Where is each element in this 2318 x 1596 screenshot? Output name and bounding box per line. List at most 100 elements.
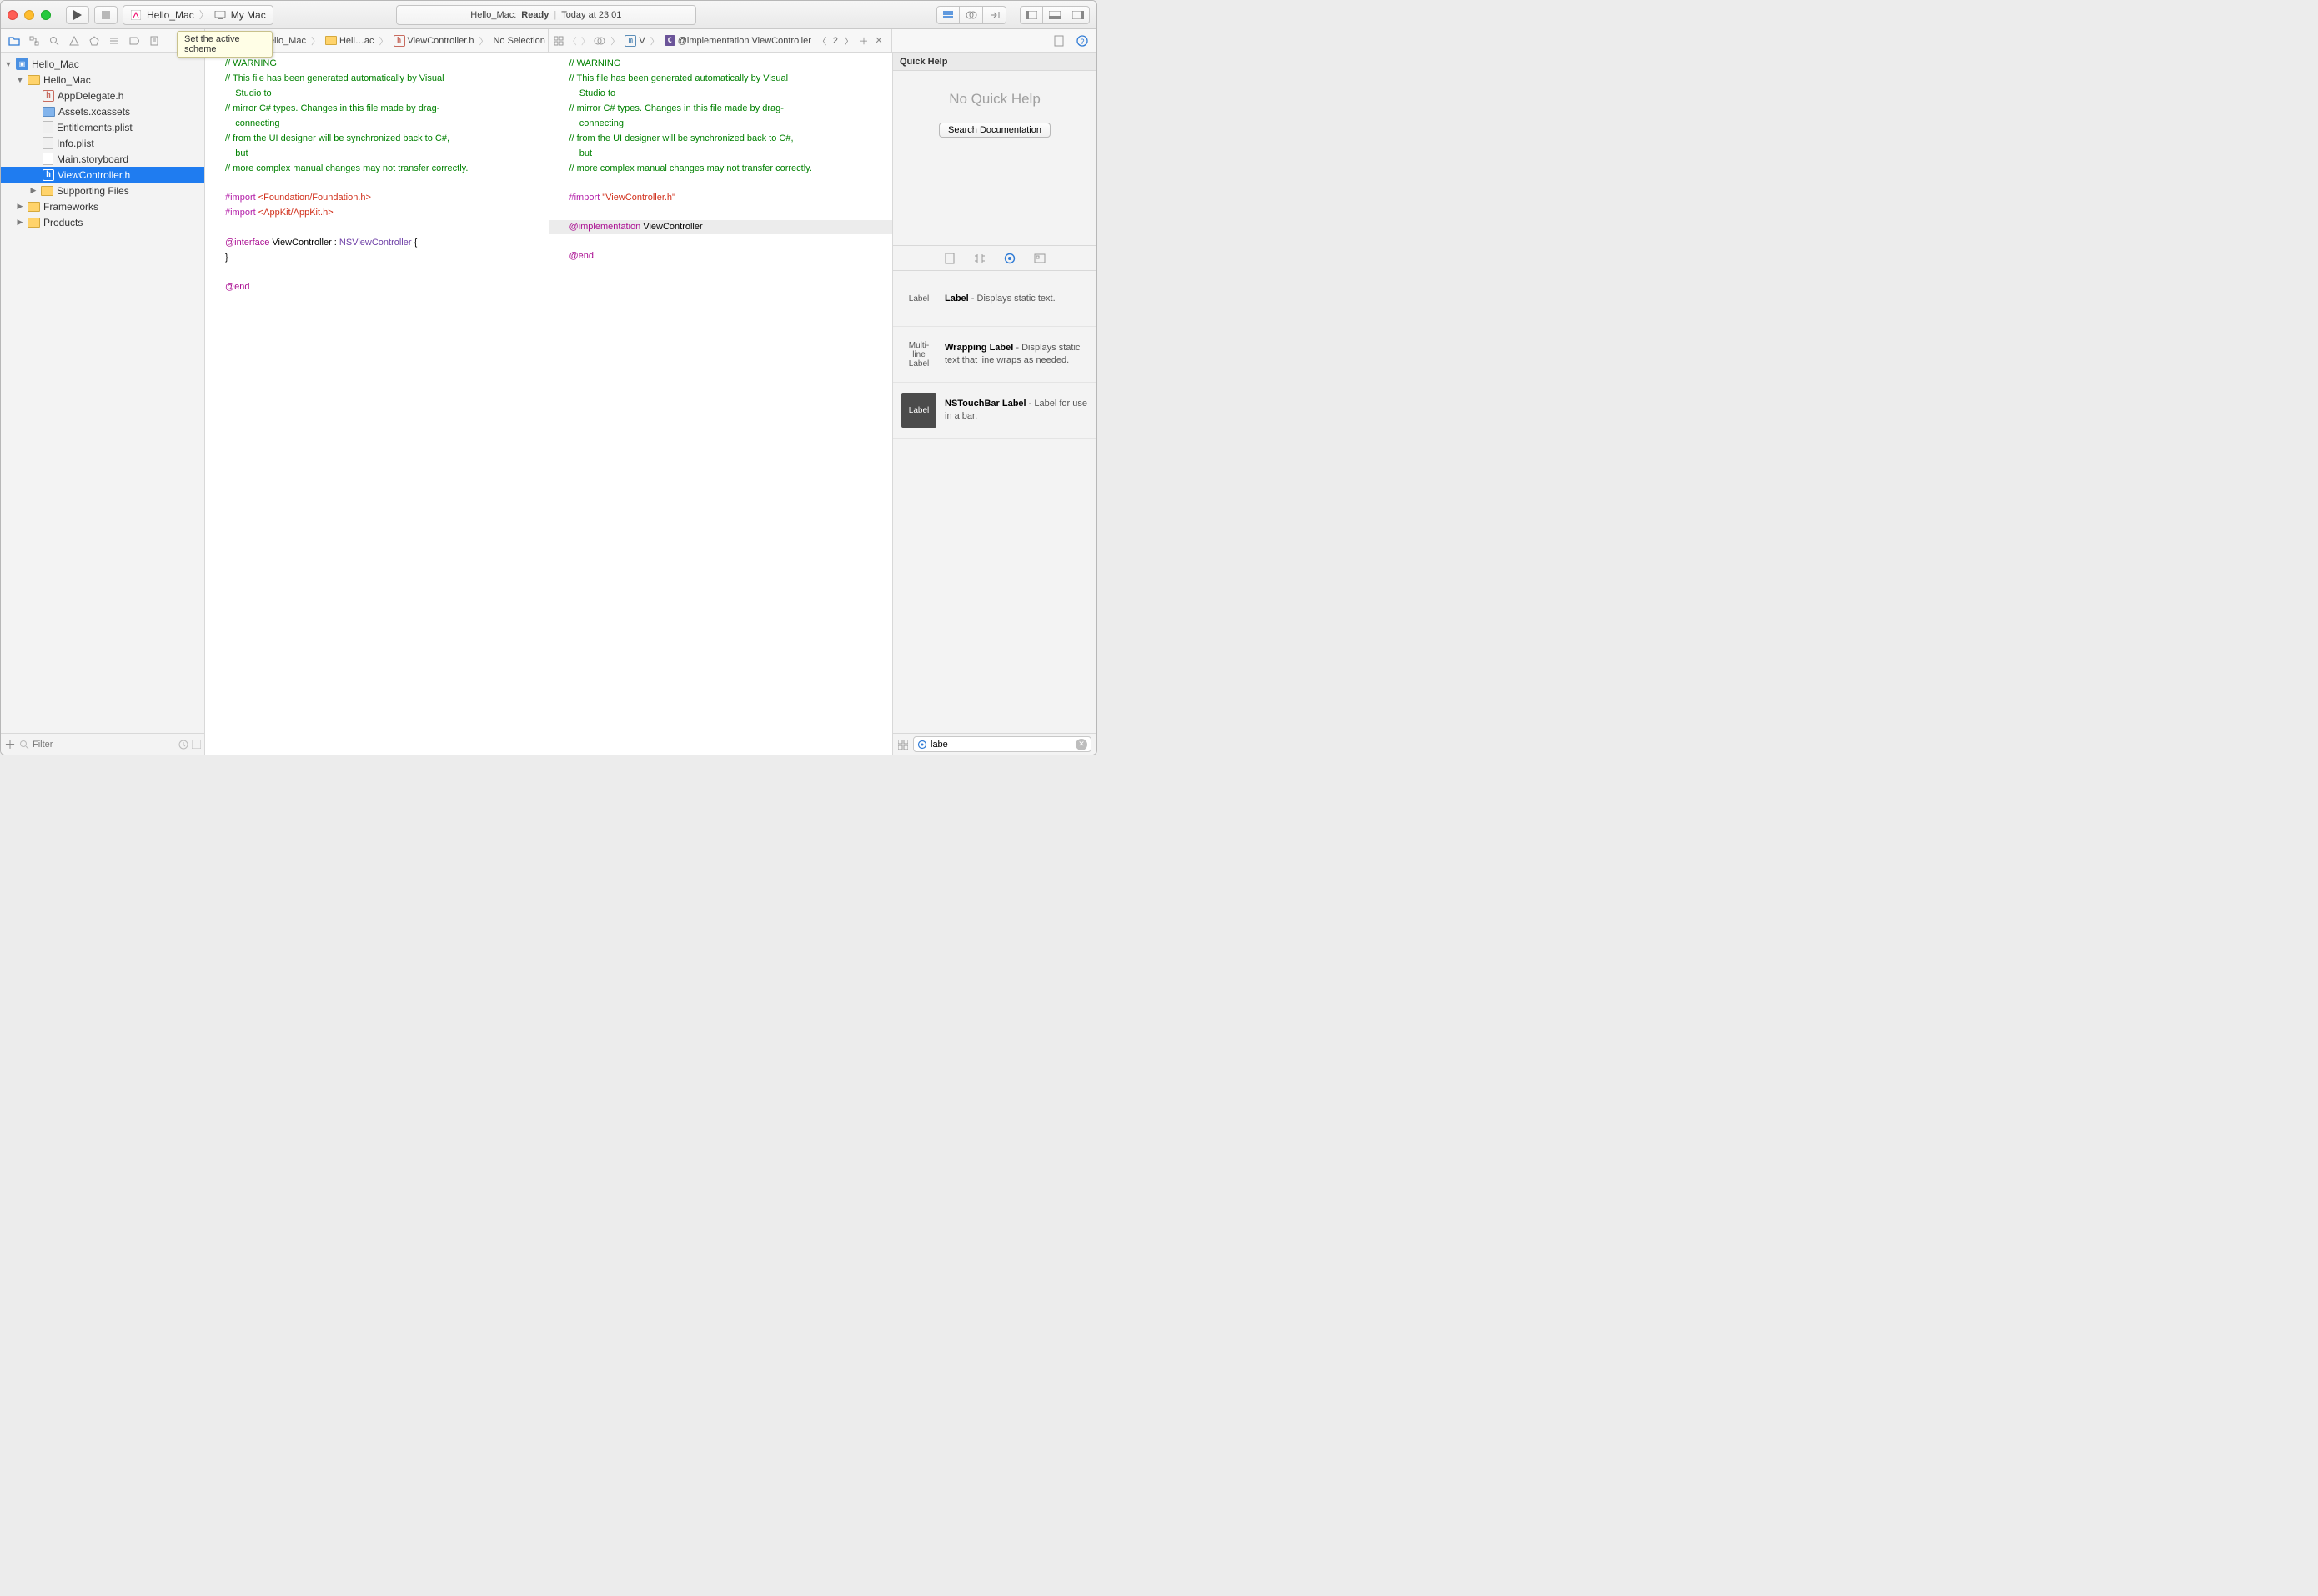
breakpoint-navigator-icon[interactable] [126,33,143,49]
next-counterpart-icon[interactable]: 〉 [841,33,856,48]
add-assistant-icon[interactable]: ＋ [856,33,871,48]
library-item[interactable]: Label Label - Displays static text. [893,271,1096,327]
object-library-icon[interactable] [1001,249,1019,268]
recent-filter-icon[interactable] [178,740,188,750]
related-items-icon[interactable] [554,33,564,48]
tree-file-selected[interactable]: h ViewController.h [1,167,204,183]
status-project: Hello_Mac: [470,10,516,20]
crumb-symbol[interactable]: @implementation ViewController [678,36,811,46]
forward-icon[interactable]: 〉 [580,33,590,48]
scm-filter-icon[interactable] [192,740,201,749]
folder-icon [28,218,40,228]
crumb-selection[interactable]: No Selection [493,36,544,46]
code-snippet-library-icon[interactable] [971,249,989,268]
node-label: ViewController.h [58,169,130,181]
version-editor-button[interactable] [983,6,1006,24]
assistant-editor-button[interactable] [960,6,983,24]
window-controls [8,10,51,20]
h-file-icon: h [43,90,54,102]
scheme-selector[interactable]: Hello_Mac 〉 My Mac Set the active scheme [123,5,273,25]
tree-file[interactable]: h AppDelegate.h [1,88,204,103]
search-scope-icon[interactable] [917,740,927,750]
crumb-group[interactable]: Hell…ac [339,36,374,46]
source-control-navigator-icon[interactable] [26,33,43,49]
folder-icon [41,186,53,196]
tree-file[interactable]: Entitlements.plist [1,119,204,135]
toggle-inspector-button[interactable] [1066,6,1090,24]
no-quick-help-label: No Quick Help [949,91,1041,108]
library-desc: Label - Displays static text. [945,293,1056,305]
debug-navigator-icon[interactable] [106,33,123,49]
library-thumb: Multi- line Label [901,337,936,372]
issue-navigator-icon[interactable] [66,33,83,49]
standard-editor-button[interactable] [936,6,960,24]
node-label: Hello_Mac [32,58,79,70]
toggle-debug-area-button[interactable] [1043,6,1066,24]
report-navigator-icon[interactable] [146,33,163,49]
zoom-window-icon[interactable] [41,10,51,20]
add-icon[interactable]: ＋ [4,736,16,753]
node-label: Products [43,217,83,228]
close-window-icon[interactable] [8,10,18,20]
tree-file[interactable]: Info.plist [1,135,204,151]
toggle-navigator-button[interactable] [1020,6,1043,24]
project-icon: ▣ [16,58,28,70]
node-label: Info.plist [57,138,94,149]
tree-file[interactable]: Main.storyboard [1,151,204,167]
counterparts-icon[interactable] [594,33,605,48]
test-navigator-icon[interactable] [86,33,103,49]
navigator-filter-input[interactable] [33,740,175,750]
clear-search-icon[interactable]: ✕ [1076,739,1087,750]
node-label: AppDelegate.h [58,90,123,102]
file-inspector-tab-icon[interactable] [1051,33,1066,48]
assets-icon [43,107,55,117]
m-file-icon: m [625,35,636,47]
plist-icon [43,137,53,149]
run-button[interactable] [66,6,89,24]
stop-button[interactable] [94,6,118,24]
search-documentation-button[interactable]: Search Documentation [939,123,1051,138]
tree-file[interactable]: Assets.xcassets [1,103,204,119]
node-label: Hello_Mac [43,74,91,86]
library-search-input[interactable] [931,740,1072,750]
back-icon[interactable]: 〈 [567,33,577,48]
library-thumb: Label [901,281,936,316]
crumb-file[interactable]: V [639,36,645,46]
close-assistant-icon[interactable]: ✕ [871,33,886,48]
status-state: Ready [521,10,549,20]
minimize-window-icon[interactable] [24,10,34,20]
prev-counterpart-icon[interactable]: 〈 [815,33,830,48]
object-library-list: Label Label - Displays static text. Multi-… [893,271,1096,733]
project-navigator-icon[interactable] [6,33,23,49]
tree-group[interactable]: ▶Frameworks [1,198,204,214]
filter-icon[interactable] [19,740,29,750]
destination-icon [214,9,226,21]
destination-name: My Mac [231,9,266,21]
quick-help-header: Quick Help [893,53,1096,71]
grid-view-icon[interactable] [898,740,908,750]
jump-bar-right[interactable]: 〈 〉 〉 mV〉 C@implementation ViewControlle… [549,29,892,52]
node-label: Supporting Files [57,185,129,197]
find-navigator-icon[interactable] [46,33,63,49]
project-navigator: ▼▣Hello_Mac ▼Hello_Mac hAppDelegate.h As… [1,53,205,755]
app-icon [130,9,142,21]
library-thumb: Label [901,393,936,428]
tree-group[interactable]: ▶Supporting Files [1,183,204,198]
inspector-panel: Quick Help No Quick Help Search Document… [892,53,1096,755]
node-label: Assets.xcassets [58,106,130,118]
quick-help-tab-icon[interactable]: ? [1075,33,1090,48]
library-item[interactable]: LabelNSTouchBar Label - Label for use in… [893,383,1096,439]
media-library-icon[interactable] [1031,249,1049,268]
library-desc: Wrapping Label - Displays static text th… [945,342,1088,367]
file-template-library-icon[interactable] [941,249,959,268]
navigator-selector [1,29,205,52]
library-item[interactable]: Multi- line Label Wrapping Label - Displa… [893,327,1096,383]
tree-group[interactable]: ▼Hello_Mac [1,72,204,88]
tree-group[interactable]: ▶Products [1,214,204,230]
h-file-icon: h [43,169,54,181]
crumb-file[interactable]: ViewController.h [408,36,474,46]
assistant-editor[interactable]: // WARNING // This file has been generat… [549,53,893,755]
h-file-icon: h [394,35,405,47]
primary-editor[interactable]: // WARNING // This file has been generat… [205,53,549,755]
tree-root[interactable]: ▼▣Hello_Mac [1,56,204,72]
